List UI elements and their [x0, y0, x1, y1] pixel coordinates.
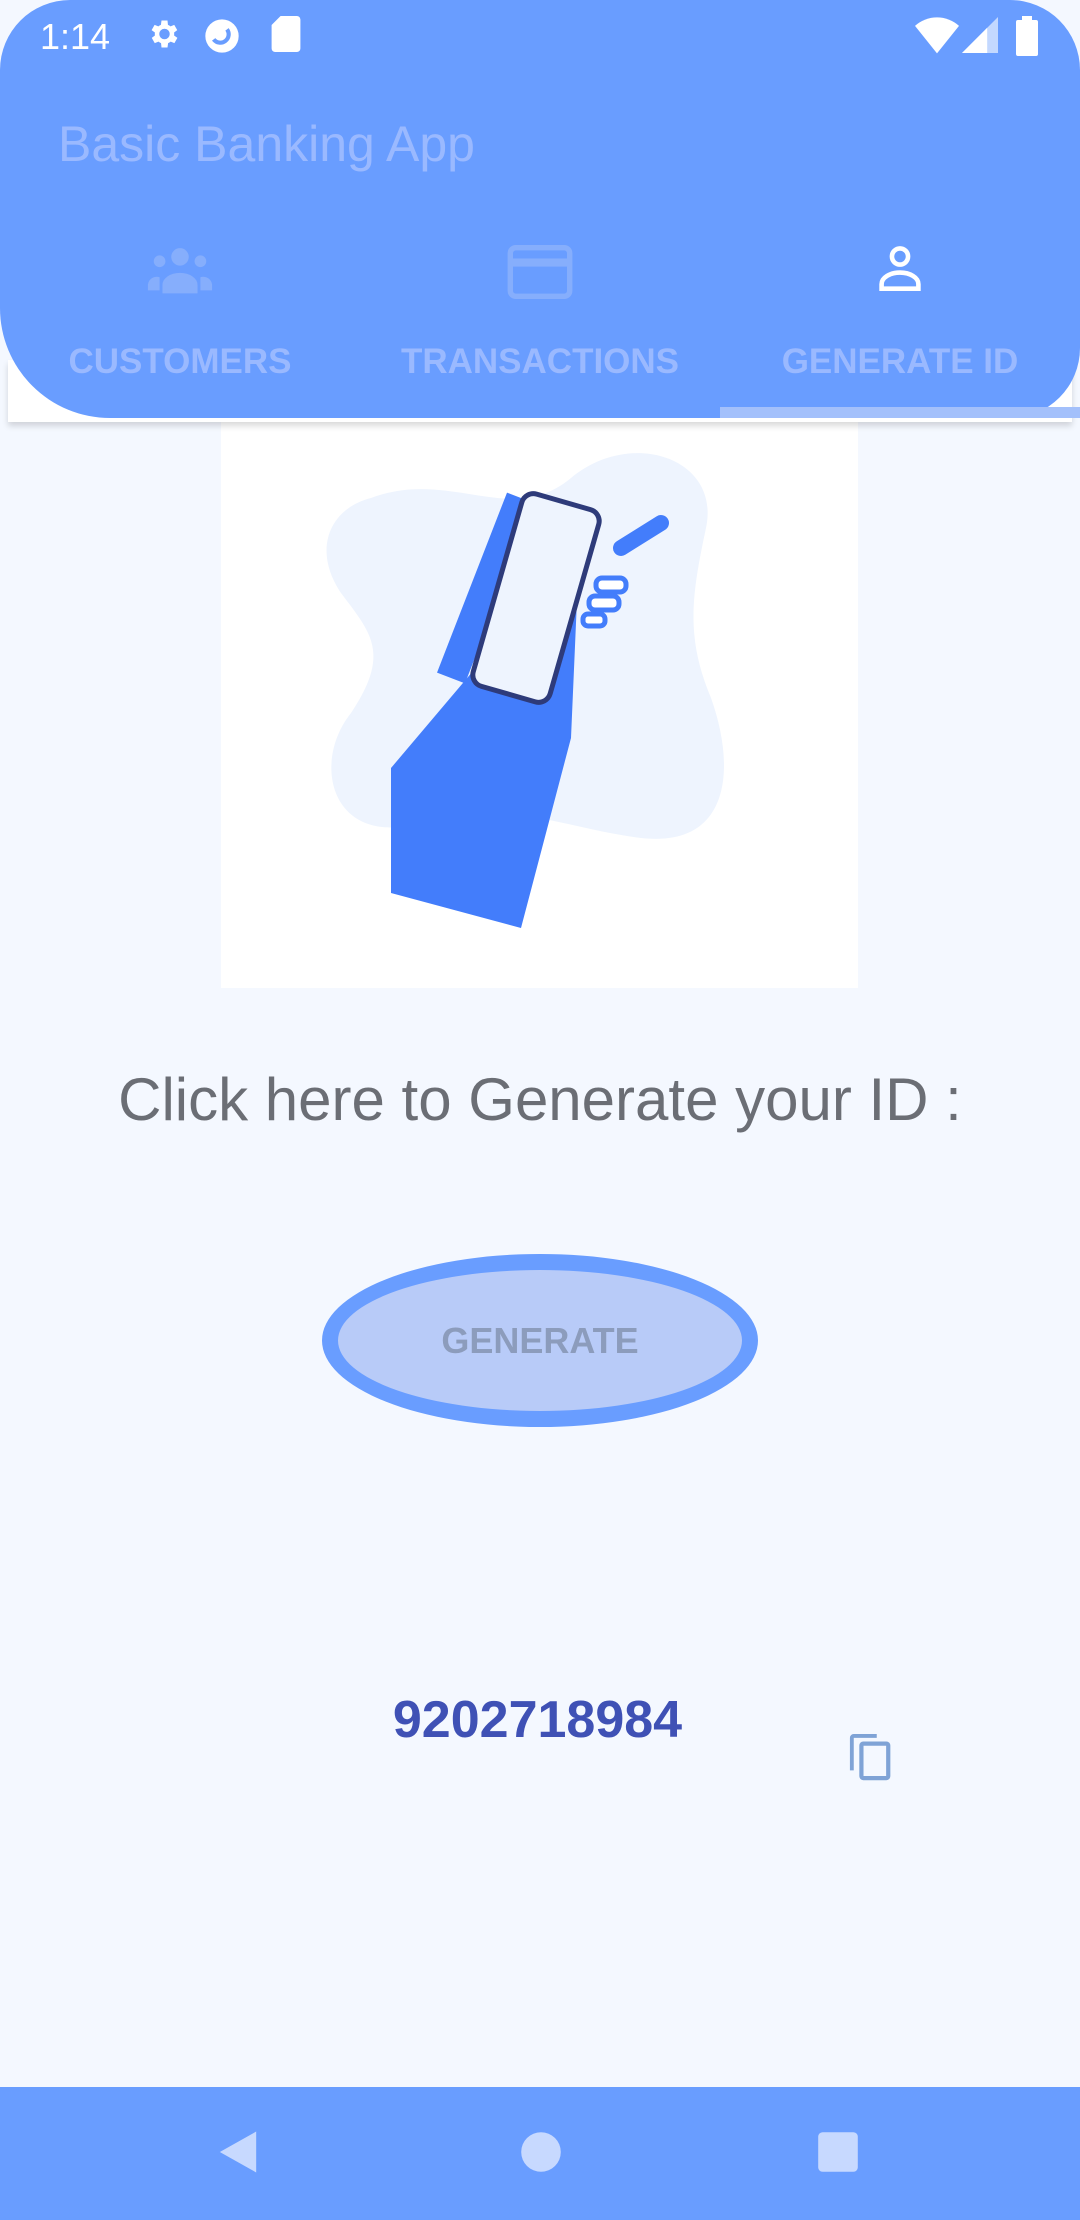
signal-icon: [962, 17, 998, 53]
wifi-icon: [915, 17, 959, 54]
back-icon: [219, 2131, 257, 2173]
tab-customers[interactable]: CUSTOMERS: [0, 245, 360, 415]
tab-transactions[interactable]: TRANSACTIONS: [360, 245, 720, 415]
recents-button[interactable]: [816, 2127, 860, 2182]
credit-card-icon: [507, 245, 573, 299]
generated-id: 9202718984: [392, 1691, 683, 1749]
status-time: 1:14: [40, 16, 111, 57]
gear-icon: [151, 20, 178, 48]
generate-button[interactable]: GENERATE: [322, 1254, 758, 1427]
generate-prompt: Click here to Generate your ID :: [118, 1066, 962, 1133]
home-button[interactable]: [520, 2127, 562, 2182]
phone-illustration: [221, 418, 858, 988]
tab-label: CUSTOMERS: [68, 342, 292, 381]
home-icon: [521, 2132, 561, 2172]
sd-card-icon: [271, 16, 301, 52]
people-icon: [147, 248, 213, 294]
tab-generate-id[interactable]: GENERATE ID: [720, 245, 1080, 415]
status-bar: 1:14: [0, 10, 1080, 60]
tab-label: TRANSACTIONS: [400, 342, 680, 381]
tab-indicator: [720, 407, 1080, 418]
navigation-bar: [0, 2087, 1080, 2220]
tab-label: GENERATE ID: [781, 342, 1019, 381]
back-button[interactable]: [215, 2127, 261, 2182]
sync-icon: [205, 19, 239, 53]
battery-icon: [1016, 16, 1038, 56]
copy-icon[interactable]: [848, 1732, 894, 1782]
app-title: Basic Banking App: [58, 116, 475, 172]
recents-icon: [818, 2132, 858, 2172]
person-icon: [879, 246, 921, 291]
app-bar: 1:14 Basic Banking App CUSTOMERS TRANSAC…: [0, 0, 1080, 418]
